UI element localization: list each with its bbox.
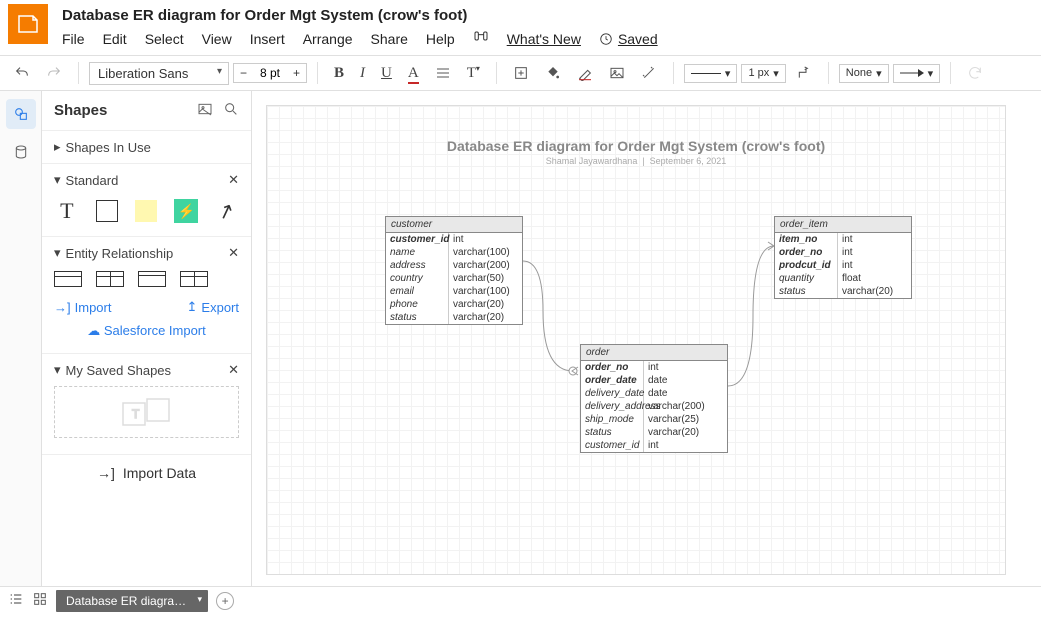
import-data-button[interactable]: →]Import Data xyxy=(42,454,251,491)
left-rail xyxy=(0,91,42,586)
data-rail-button[interactable] xyxy=(6,137,36,167)
menu-help[interactable]: Help xyxy=(426,31,455,47)
rectangle-shape[interactable] xyxy=(94,198,120,224)
menu-share[interactable]: Share xyxy=(371,31,408,47)
whats-new-link[interactable]: What's New xyxy=(507,31,581,47)
er-shape-3[interactable] xyxy=(138,271,166,287)
note-shape[interactable] xyxy=(134,198,160,224)
export-shapes-button[interactable]: ↥ Export xyxy=(187,299,239,315)
text-style-button[interactable]: T▾ xyxy=(461,62,486,84)
undo-button[interactable] xyxy=(8,61,36,85)
shapes-rail-button[interactable] xyxy=(6,99,36,129)
menu-select[interactable]: Select xyxy=(145,31,184,47)
diagram-subtitle[interactable]: Shamal Jayawardhana | September 6, 2021 xyxy=(267,154,1005,166)
standard-section[interactable]: ▾ Standard ✕ xyxy=(54,172,239,188)
revert-button[interactable] xyxy=(961,61,989,85)
saved-status[interactable]: Saved xyxy=(599,31,658,47)
page-tab[interactable]: Database ER diagra… xyxy=(56,590,208,612)
fill-button[interactable] xyxy=(539,61,567,85)
salesforce-import-button[interactable]: ☁ Salesforce Import xyxy=(54,323,239,345)
redo-button[interactable] xyxy=(40,61,68,85)
placeholder-icon: T xyxy=(117,395,177,429)
border-color-button[interactable] xyxy=(571,61,599,85)
grid-view-icon[interactable] xyxy=(32,591,48,610)
list-view-icon[interactable] xyxy=(8,591,24,610)
bold-button[interactable]: B xyxy=(328,63,350,84)
line-style-select[interactable]: ▾ xyxy=(684,64,738,83)
image-button[interactable] xyxy=(603,61,631,85)
saved-shapes-dropzone[interactable]: T xyxy=(54,386,239,438)
connector-customer-order[interactable] xyxy=(523,251,583,381)
menu-edit[interactable]: Edit xyxy=(103,31,127,47)
clock-icon xyxy=(599,32,613,46)
menu-view[interactable]: View xyxy=(202,31,232,47)
menu-insert[interactable]: Insert xyxy=(250,31,285,47)
add-page-button[interactable]: + xyxy=(216,592,234,610)
font-size-stepper[interactable]: − + xyxy=(233,63,307,83)
menu-arrange[interactable]: Arrange xyxy=(303,31,353,47)
start-arrow-select[interactable]: None ▾ xyxy=(839,64,889,83)
size-plus[interactable]: + xyxy=(287,64,306,82)
diagram-title[interactable]: Database ER diagram for Order Mgt System… xyxy=(267,106,1005,154)
import-shapes-button[interactable]: →] Import xyxy=(54,299,111,315)
line-width-select[interactable]: 1 px ▾ xyxy=(741,64,785,83)
magic-button[interactable] xyxy=(635,61,663,85)
close-saved-section-icon[interactable]: ✕ xyxy=(228,362,239,378)
document-title[interactable]: Database ER diagram for Order Mgt System… xyxy=(62,4,1033,28)
entity-customer[interactable]: customercustomer_idintnamevarchar(100)ad… xyxy=(385,216,523,325)
italic-button[interactable]: I xyxy=(354,63,371,84)
text-shape[interactable]: T xyxy=(54,198,80,224)
image-library-icon[interactable] xyxy=(197,101,213,120)
er-shape-1[interactable] xyxy=(54,271,82,287)
svg-text:T: T xyxy=(132,407,140,421)
entity-order[interactable]: orderorder_nointorder_datedatedelivery_d… xyxy=(580,344,728,453)
align-button[interactable] xyxy=(429,61,457,85)
app-logo[interactable] xyxy=(8,4,48,44)
line-route-button[interactable] xyxy=(790,61,818,85)
er-shape-2[interactable] xyxy=(96,271,124,287)
entity-order-item[interactable]: order_itemitem_nointorder_nointprodcut_i… xyxy=(774,216,912,299)
footer-bar: Database ER diagra… + xyxy=(0,586,1041,614)
close-er-section-icon[interactable]: ✕ xyxy=(228,245,239,261)
binoculars-icon[interactable] xyxy=(473,28,489,49)
close-section-icon[interactable]: ✕ xyxy=(228,172,239,188)
arrow-shape[interactable]: ↗ xyxy=(210,194,243,227)
action-shape[interactable]: ⚡ xyxy=(173,198,199,224)
er-shape-4[interactable] xyxy=(180,271,208,287)
text-color-button[interactable]: A xyxy=(402,63,425,84)
canvas-area[interactable]: Database ER diagram for Order Mgt System… xyxy=(252,91,1019,586)
toolbar: Liberation Sans − + B I U A T▾ ▾ 1 px ▾ … xyxy=(0,55,1041,91)
canvas[interactable]: Database ER diagram for Order Mgt System… xyxy=(266,105,1006,575)
saved-label: Saved xyxy=(618,31,658,47)
menubar: File Edit Select View Insert Arrange Sha… xyxy=(62,28,1033,55)
connector-order-orderitem[interactable] xyxy=(728,236,778,396)
size-minus[interactable]: − xyxy=(234,64,253,82)
saved-shapes-section[interactable]: ▾ My Saved Shapes ✕ xyxy=(54,362,239,378)
shapes-panel: Shapes ▸ Shapes In Use ▾ Standard ✕ T ⚡ … xyxy=(42,91,252,586)
search-shapes-icon[interactable] xyxy=(223,101,239,120)
underline-button[interactable]: U xyxy=(375,63,398,84)
er-section[interactable]: ▾ Entity Relationship ✕ xyxy=(54,245,239,261)
shape-insert-button[interactable] xyxy=(507,61,535,85)
font-size-input[interactable] xyxy=(253,66,287,80)
app-header: Database ER diagram for Order Mgt System… xyxy=(0,0,1041,55)
shapes-in-use-section[interactable]: ▸ Shapes In Use xyxy=(54,139,239,155)
end-arrow-select[interactable]: ▾ xyxy=(893,64,941,83)
font-select[interactable]: Liberation Sans xyxy=(89,62,229,85)
shapes-panel-title: Shapes xyxy=(54,102,107,119)
menu-file[interactable]: File xyxy=(62,31,85,47)
